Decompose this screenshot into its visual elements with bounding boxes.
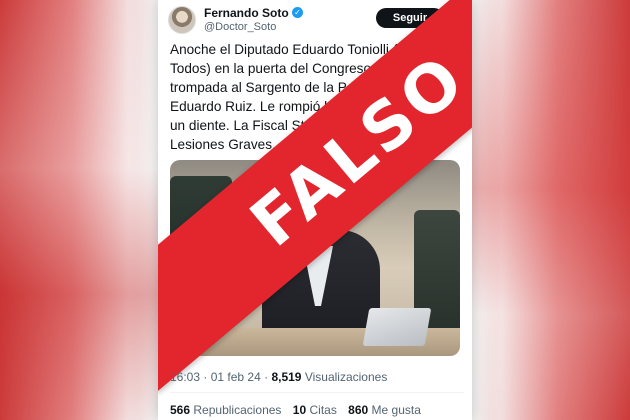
tweet-stats: 566 Republicaciones 10 Citas 860 Me gust… (170, 403, 429, 417)
verified-badge-icon: ✓ (292, 7, 303, 18)
author-handle[interactable]: @Doctor_Soto (204, 21, 276, 33)
quotes-count: 10 (292, 403, 307, 417)
reposts-stat[interactable]: 566 Republicaciones (170, 403, 281, 417)
media-laptop (362, 308, 432, 346)
reposts-count: 566 (170, 403, 191, 417)
likes-label: Me gusta (371, 403, 421, 417)
tweet-time[interactable]: 16:03 (170, 370, 200, 384)
tweet-date[interactable]: 01 feb 24 (211, 370, 261, 384)
tweet-card: Fernando Soto ✓ @Doctor_Soto Seguir ⋮ An… (158, 0, 472, 420)
likes-count: 860 (348, 403, 369, 417)
views-count: 8,519 (271, 370, 302, 384)
tweet-meta: 16:03 · 01 feb 24 · 8,519 Visualizacione… (170, 370, 388, 384)
views-label: Visualizaciones (304, 370, 388, 384)
quotes-stat[interactable]: 10 Citas (293, 403, 337, 417)
quotes-label: Citas (309, 403, 337, 417)
background-right-blur (470, 0, 630, 420)
divider (170, 392, 464, 393)
author-avatar[interactable] (168, 6, 196, 34)
reposts-label: Republicaciones (193, 403, 282, 417)
background-left-blur (0, 0, 160, 420)
author-name[interactable]: Fernando Soto (204, 6, 289, 20)
likes-stat[interactable]: 860 Me gusta (348, 403, 421, 417)
